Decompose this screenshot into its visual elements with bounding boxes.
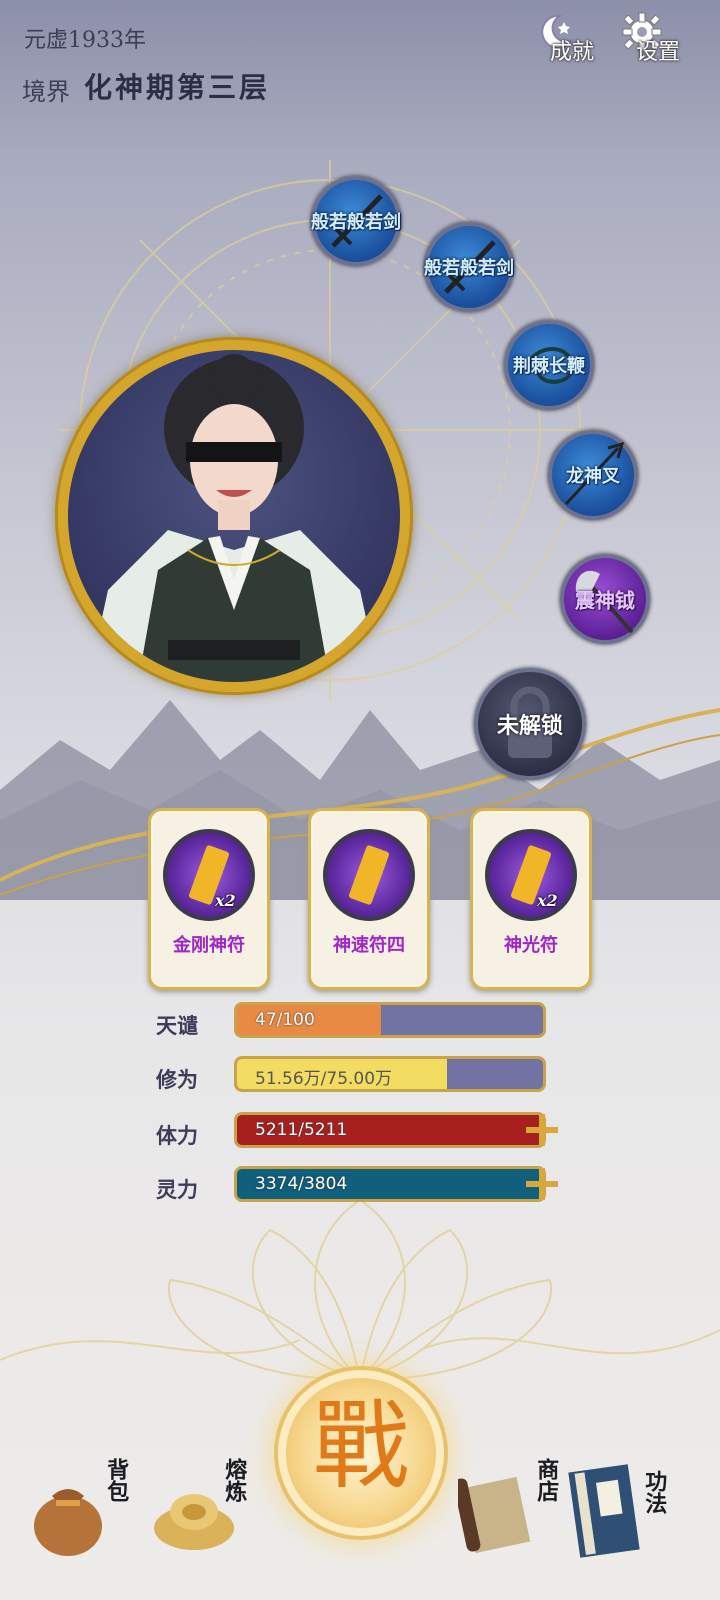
achievements-label: 成就 <box>550 40 595 65</box>
realm-value: 化神期第三层 <box>84 71 271 104</box>
talisman-name: 神速符四 <box>333 935 405 956</box>
talisman-orb <box>485 829 577 921</box>
weapon-slot-4[interactable]: 龙神叉 <box>548 430 638 520</box>
year-display: 元虚1933年 <box>24 28 146 53</box>
weapon-name: 荆棘长鞭 <box>513 356 585 377</box>
talisman-orb <box>323 829 415 921</box>
talisman-qty: x2 <box>537 891 558 910</box>
fight-button[interactable]: 戰 <box>286 1378 436 1528</box>
stat-value: 47/100 <box>255 1010 315 1030</box>
nav-shop[interactable]: 商店 <box>458 1452 568 1572</box>
stat-value: 5211/5211 <box>255 1120 348 1140</box>
talisman-scroll-icon <box>510 845 552 905</box>
character-avatar <box>88 354 380 682</box>
scroll-map-icon <box>458 1476 531 1554</box>
realm-label: 境界 <box>22 78 70 106</box>
pouch-icon <box>34 1489 102 1556</box>
talisman-card-2[interactable]: 神速符四 <box>308 808 430 990</box>
book-icon <box>568 1464 640 1558</box>
talisman-orb <box>163 829 255 921</box>
fight-label: 戰 <box>313 1390 409 1502</box>
weapon-name: 未解锁 <box>496 713 564 739</box>
stat-label-xiuwei: 修为 <box>156 1067 198 1092</box>
nav-smelt[interactable]: 熔炼 <box>150 1452 260 1572</box>
stat-value: 3374/3804 <box>255 1174 348 1194</box>
weapon-slot-1[interactable]: 般若般若剑 <box>311 176 401 266</box>
achievements-button[interactable]: 成就 <box>534 10 618 65</box>
weapon-name: 般若般若剑 <box>424 258 514 279</box>
add-stamina-button[interactable] <box>520 1110 564 1150</box>
talisman-name: 金刚神符 <box>173 935 245 956</box>
stat-bar-tili: 5211/5211 <box>234 1112 546 1148</box>
stat-label-lingli: 灵力 <box>156 1177 198 1202</box>
weapon-slot-5[interactable]: 震神钺 <box>560 554 650 644</box>
talisman-card-1[interactable]: x2 金刚神符 <box>148 808 270 990</box>
settings-button[interactable]: 设置 <box>620 10 704 65</box>
nav-skills[interactable]: 功法 <box>566 1452 676 1572</box>
talisman-name: 神光符 <box>504 935 558 956</box>
weapon-slot-locked[interactable]: 未解锁 <box>474 668 586 780</box>
talisman-qty: x2 <box>215 891 236 910</box>
character-portrait[interactable] <box>58 340 410 692</box>
settings-label: 设置 <box>636 40 681 65</box>
nav-bag-label: 背包 <box>103 1458 130 1502</box>
weapon-slot-3[interactable]: 荆棘长鞭 <box>504 320 594 410</box>
talisman-card-3[interactable]: x2 神光符 <box>470 808 592 990</box>
weapon-slot-2[interactable]: 般若般若剑 <box>424 222 514 312</box>
weapon-name: 般若般若剑 <box>311 212 401 233</box>
add-spirit-button[interactable] <box>520 1164 564 1204</box>
talisman-scroll-icon <box>188 845 230 905</box>
nav-skills-label: 功法 <box>641 1470 668 1514</box>
stat-label-tili: 体力 <box>156 1123 198 1148</box>
weapon-name: 龙神叉 <box>566 466 620 487</box>
stat-label-tianqian: 天谴 <box>156 1013 198 1038</box>
stat-bar-xiuwei: 51.56万/75.00万 <box>234 1056 546 1092</box>
nav-bag[interactable]: 背包 <box>24 1452 134 1572</box>
stat-bar-lingli: 3374/3804 <box>234 1166 546 1202</box>
weapon-name: 震神钺 <box>575 588 635 613</box>
stat-value: 51.56万/75.00万 <box>255 1069 393 1089</box>
nav-smelt-label: 熔炼 <box>221 1458 248 1502</box>
nav-shop-label: 商店 <box>533 1458 560 1502</box>
talisman-scroll-icon <box>348 845 390 905</box>
stat-bar-tianqian: 47/100 <box>234 1002 546 1038</box>
